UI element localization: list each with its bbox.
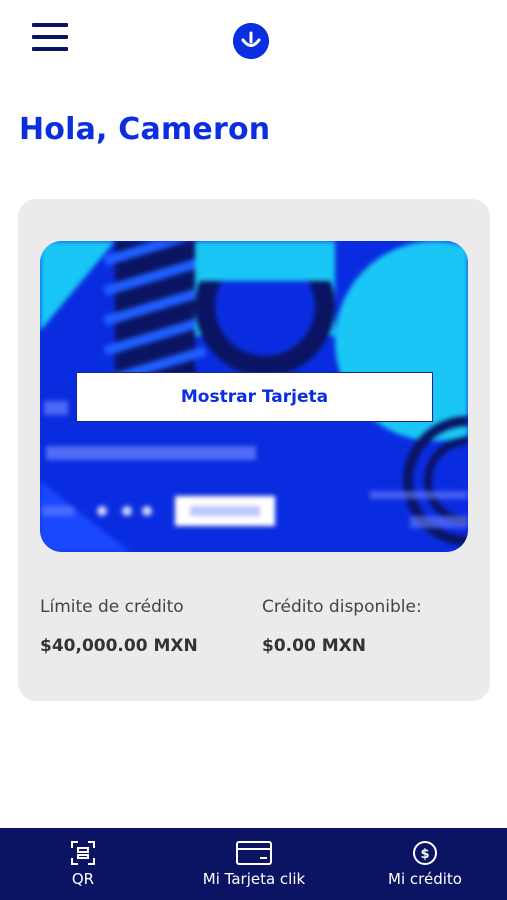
credit-limit-value: $40,000.00 MXN (40, 636, 198, 656)
nav-label-my-credit: Mi crédito (388, 870, 462, 888)
svg-text:$: $ (420, 847, 429, 862)
bottom-navigation: QR Mi Tarjeta clik $ Mi crédito (0, 828, 507, 900)
available-credit-label: Crédito disponible: (262, 597, 422, 617)
show-card-button[interactable]: Mostrar Tarjeta (76, 372, 433, 422)
available-credit-value: $0.00 MXN (262, 636, 366, 656)
qr-scan-icon (70, 840, 96, 866)
credit-card-icon (236, 840, 272, 866)
nav-item-my-credit[interactable]: $ Mi crédito (372, 828, 478, 900)
nav-item-qr[interactable]: QR (30, 828, 136, 900)
card-preview: Mostrar Tarjeta (40, 241, 468, 552)
nav-label-my-card: Mi Tarjeta clik (202, 870, 306, 888)
hamburger-menu-icon[interactable] (32, 23, 68, 55)
credit-card-panel: Mostrar Tarjeta Límite de crédito $40,00… (18, 199, 490, 701)
nav-item-my-card[interactable]: Mi Tarjeta clik (188, 828, 320, 900)
nav-label-qr: QR (71, 870, 95, 888)
greeting-title: Hola, Cameron (19, 112, 271, 147)
smiley-logo-icon (233, 23, 269, 59)
dollar-coin-icon: $ (412, 840, 438, 866)
credit-limit-label: Límite de crédito (40, 597, 184, 617)
